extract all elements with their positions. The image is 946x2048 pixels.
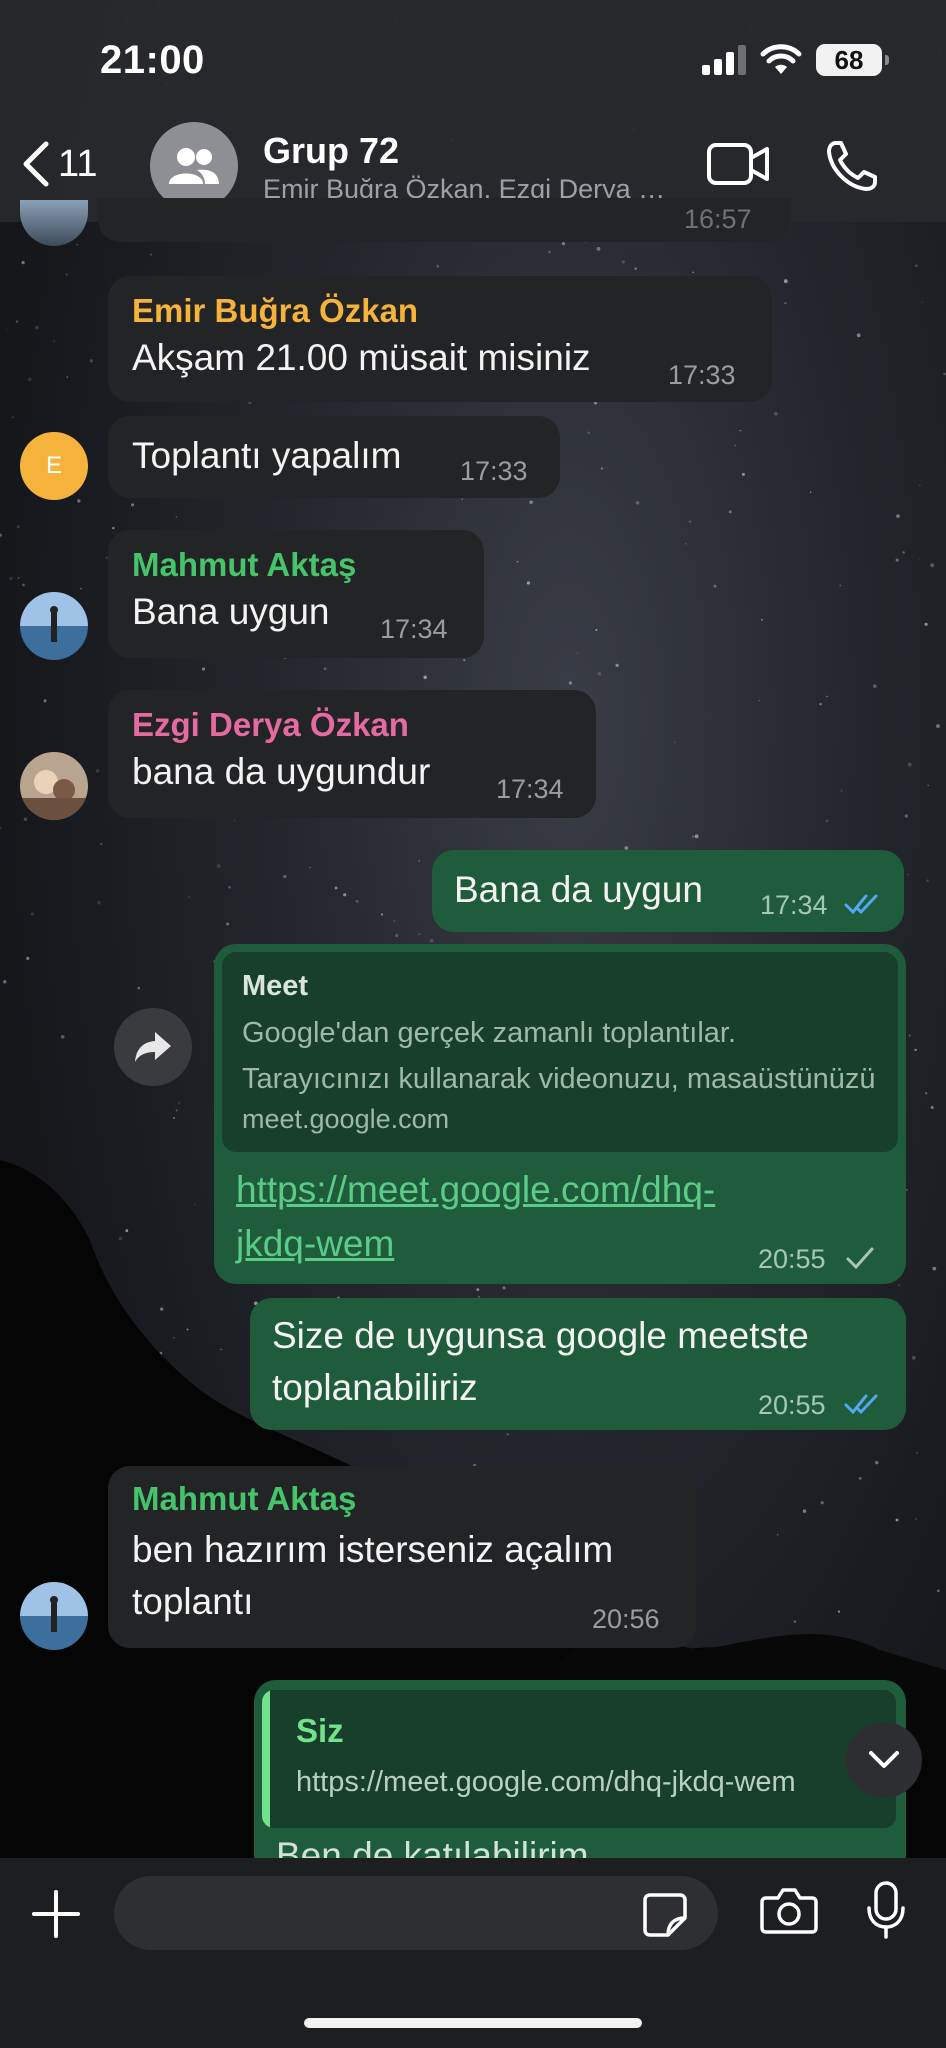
sticker-icon[interactable] bbox=[642, 1892, 688, 1938]
read-ticks-icon bbox=[844, 1394, 878, 1415]
plus-icon[interactable] bbox=[30, 1888, 82, 1940]
unread-count: 11 bbox=[58, 142, 98, 185]
message-bubble[interactable]: Mahmut Aktaş Bana uygun 17:34 bbox=[108, 530, 484, 658]
chat-title[interactable]: Grup 72 bbox=[263, 130, 399, 172]
preview-title: Meet bbox=[242, 970, 309, 1002]
video-call-icon[interactable] bbox=[706, 142, 770, 186]
message-bubble-outgoing[interactable]: Bana da uygun 17:34 bbox=[432, 850, 904, 932]
message-bubble[interactable]: Toplantı yapalım 17:33 bbox=[108, 416, 560, 498]
meet-link[interactable]: https://meet.google.com/dhq- bbox=[236, 1164, 715, 1216]
sender-name[interactable]: Mahmut Aktaş bbox=[132, 546, 356, 584]
message-text-line-2: toplantı bbox=[132, 1581, 254, 1622]
message-time: 20:55 bbox=[758, 1390, 826, 1420]
avatar-e[interactable]: E bbox=[20, 432, 88, 500]
message-bubble[interactable]: Emir Buğra Özkan Akşam 21.00 müsait misi… bbox=[108, 276, 772, 402]
profile-photo-icon bbox=[20, 592, 88, 660]
message-text: Akşam 21.00 müsait misiniz bbox=[132, 337, 591, 378]
sent-tick-icon bbox=[846, 1247, 874, 1270]
profile-photo-icon bbox=[20, 752, 88, 820]
battery-icon: 68 bbox=[816, 44, 889, 76]
message-time: 20:55 bbox=[758, 1244, 826, 1274]
message-time: 17:34 bbox=[496, 774, 564, 804]
status-time: 21:00 bbox=[100, 38, 205, 82]
message-time: 17:34 bbox=[380, 614, 448, 644]
chevron-down-icon bbox=[869, 1751, 899, 1768]
back-button[interactable]: 11 bbox=[18, 140, 97, 188]
message-bubble-partial[interactable]: 16:57 bbox=[98, 198, 790, 242]
read-ticks-icon bbox=[844, 894, 878, 915]
message-text: Toplantı yapalım bbox=[132, 435, 402, 476]
message-bubble[interactable]: Mahmut Aktaş ben hazırım isterseniz açal… bbox=[108, 1466, 696, 1648]
message-text-line-2: toplanabiliriz bbox=[272, 1367, 478, 1408]
message-input[interactable] bbox=[114, 1876, 718, 1950]
quote-bar bbox=[262, 1690, 270, 1828]
message-time: 20:56 bbox=[592, 1604, 660, 1634]
quote-sender: Siz bbox=[296, 1712, 344, 1749]
phone-call-icon[interactable] bbox=[826, 140, 878, 192]
message-text: Size de uygunsa google meetste bbox=[272, 1315, 809, 1356]
preview-domain: meet.google.com bbox=[242, 1104, 450, 1134]
quote-text: https://meet.google.com/dhq-jkdq-wem bbox=[296, 1766, 796, 1798]
sender-name[interactable]: Mahmut Aktaş bbox=[132, 1480, 356, 1518]
group-icon bbox=[169, 148, 219, 184]
meet-link-continued[interactable]: jkdq-wem bbox=[236, 1218, 394, 1270]
status-icons: 68 bbox=[702, 44, 889, 76]
message-text: ben hazırım isterseniz açalım bbox=[132, 1529, 614, 1570]
message-bubble-outgoing[interactable]: Size de uygunsa google meetste toplanabi… bbox=[250, 1298, 906, 1430]
sender-name[interactable]: Emir Buğra Özkan bbox=[132, 292, 418, 330]
message-time: 17:34 bbox=[760, 890, 828, 920]
message-time: 17:33 bbox=[668, 360, 736, 390]
avatar-ezgi[interactable] bbox=[20, 752, 88, 820]
forward-button[interactable] bbox=[114, 1008, 192, 1086]
message-bubble[interactable]: Ezgi Derya Özkan bana da uygundur 17:34 bbox=[108, 690, 596, 818]
message-text: Bana da uygun bbox=[454, 869, 703, 910]
message-time: 17:33 bbox=[460, 456, 528, 486]
sender-name[interactable]: Ezgi Derya Özkan bbox=[132, 706, 409, 744]
scroll-to-bottom-button[interactable] bbox=[846, 1722, 922, 1798]
microphone-icon[interactable] bbox=[866, 1880, 906, 1940]
home-indicator[interactable] bbox=[304, 2018, 642, 2028]
group-avatar[interactable] bbox=[150, 122, 238, 210]
forward-icon bbox=[135, 1032, 171, 1062]
avatar-mahmut[interactable] bbox=[20, 1582, 88, 1650]
link-preview-card[interactable]: Meet Google'dan gerçek zamanlı toplantıl… bbox=[222, 952, 898, 1152]
message-text: bana da uygundur bbox=[132, 751, 431, 792]
camera-icon[interactable] bbox=[760, 1886, 818, 1934]
avatar-mahmut[interactable] bbox=[20, 592, 88, 660]
chat-header: 21:00 68 11 Grup 72 Emir Buğra Özkan, Ez… bbox=[0, 0, 946, 222]
preview-description: Google'dan gerçek zamanlı toplantılar. T… bbox=[242, 1017, 876, 1095]
profile-photo-icon bbox=[20, 1582, 88, 1650]
message-text: Bana uygun bbox=[132, 591, 330, 632]
wifi-icon bbox=[760, 44, 802, 74]
chevron-left-icon bbox=[23, 141, 49, 187]
quoted-message[interactable]: Siz https://meet.google.com/dhq-jkdq-wem bbox=[262, 1690, 896, 1828]
signal-icon bbox=[702, 45, 746, 75]
